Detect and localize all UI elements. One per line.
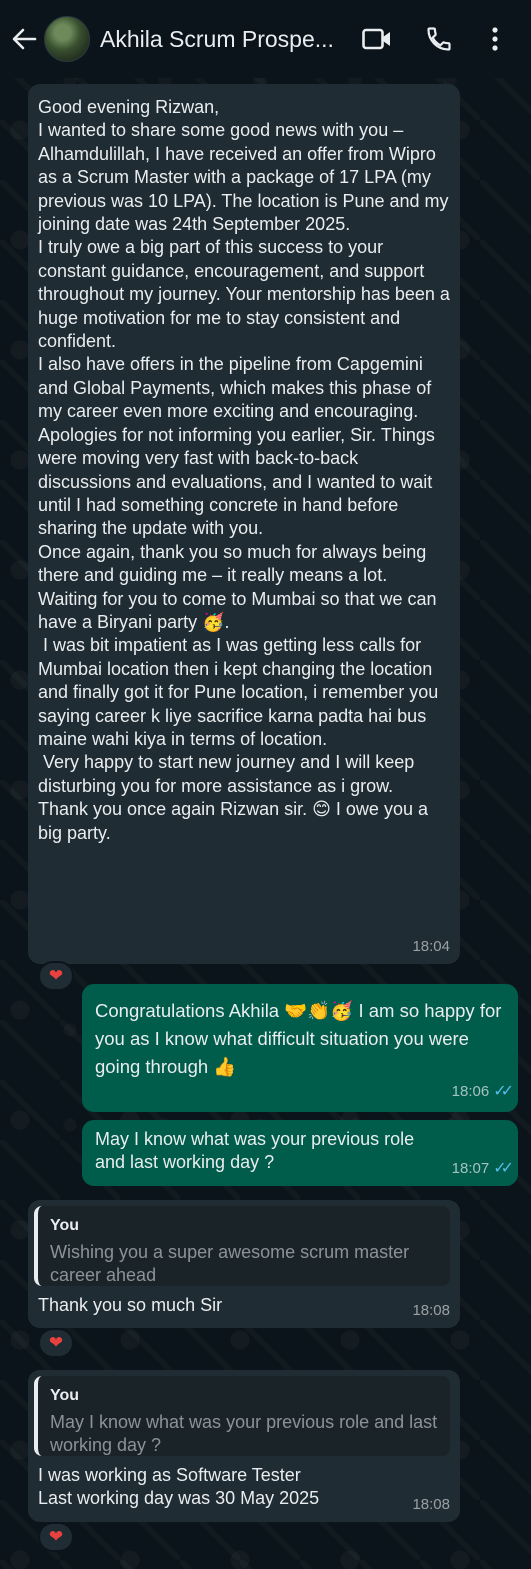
quote-author: You: [50, 1217, 80, 1234]
message-text: May I know what was your previous role a…: [95, 1129, 420, 1173]
incoming-reply-message[interactable]: You Wishing you a super awesome scrum ma…: [28, 1200, 460, 1328]
contact-avatar[interactable]: [44, 16, 90, 62]
back-arrow-icon[interactable]: [4, 19, 44, 59]
message-text: Thank you so much Sir: [38, 1295, 223, 1315]
voice-call-icon[interactable]: [419, 19, 459, 59]
quoted-message[interactable]: You May I know what was your previous ro…: [34, 1376, 450, 1456]
message-time: 18:04: [412, 937, 450, 955]
heart-reaction-icon[interactable]: ❤: [38, 1522, 74, 1552]
read-receipt-icon: ✓✓: [493, 1083, 514, 1100]
video-call-icon[interactable]: [357, 19, 397, 59]
contact-name[interactable]: Akhila Scrum Prospe...: [100, 26, 345, 53]
message-time: 18:08: [412, 1495, 450, 1513]
incoming-reply-message[interactable]: You May I know what was your previous ro…: [28, 1370, 460, 1522]
quote-author: You: [50, 1387, 80, 1404]
more-options-icon[interactable]: [475, 19, 515, 59]
heart-reaction-icon[interactable]: ❤: [38, 961, 74, 991]
quote-text: Wishing you a super awesome scrum master…: [50, 1242, 410, 1286]
chat-header: Akhila Scrum Prospe...: [0, 0, 531, 78]
chat-area: Good evening Rizwan, I wanted to share s…: [0, 78, 531, 1569]
message-time: 18:06 ✓✓: [452, 1078, 514, 1106]
message-time: 18:07 ✓✓: [452, 1157, 514, 1180]
read-receipt-icon: ✓✓: [493, 1159, 514, 1177]
quote-text: May I know what was your previous role a…: [50, 1412, 438, 1456]
message-text: Good evening Rizwan, I wanted to share s…: [38, 97, 450, 843]
message-text: Congratulations Akhila 🤝👏🥳 I am so happy…: [95, 1000, 507, 1077]
quoted-message[interactable]: You Wishing you a super awesome scrum ma…: [34, 1206, 450, 1286]
heart-reaction-icon[interactable]: ❤: [38, 1328, 74, 1358]
incoming-message[interactable]: Good evening Rizwan, I wanted to share s…: [28, 84, 460, 964]
message-text: I was working as Software Tester Last wo…: [38, 1465, 320, 1509]
message-time: 18:08: [412, 1301, 450, 1319]
outgoing-message[interactable]: Congratulations Akhila 🤝👏🥳 I am so happy…: [82, 984, 518, 1112]
outgoing-message[interactable]: May I know what was your previous role a…: [82, 1120, 518, 1186]
